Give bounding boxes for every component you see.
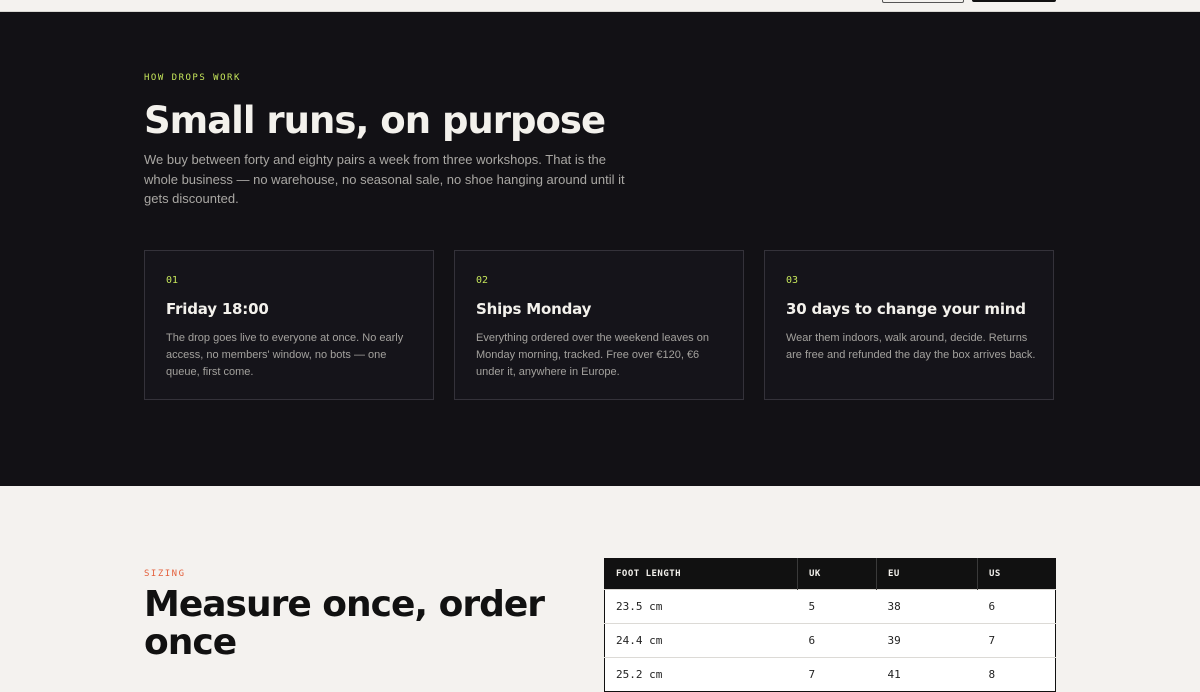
cell-us: 6 — [977, 589, 1056, 624]
step-title: 30 days to change your mind — [786, 300, 1026, 318]
how-drops-work-section — [0, 12, 1200, 486]
step-title: Friday 18:00 — [166, 300, 269, 318]
header-eu: EU — [876, 558, 978, 590]
how-drops-heading: Small runs, on purpose — [144, 99, 606, 142]
cell-uk: 6 — [797, 623, 877, 658]
step-number: 02 — [476, 275, 489, 286]
top-nav-bar — [0, 0, 1200, 12]
step-number: 03 — [786, 275, 799, 286]
nav-secondary-button[interactable] — [882, 0, 964, 3]
step-title: Ships Monday — [476, 300, 592, 318]
cell-uk: 5 — [797, 589, 877, 624]
sizing-heading: Measure once, order once — [144, 584, 545, 663]
table-row: 23.5 cm 5 38 6 — [604, 589, 1056, 624]
how-drops-lede: We buy between forty and eighty pairs a … — [144, 152, 625, 206]
how-drops-eyebrow: HOW DROPS WORK — [144, 73, 241, 83]
size-chart-table: FOOT LENGTH UK EU US 23.5 cm 5 38 6 24.4… — [604, 558, 1056, 692]
step-number: 01 — [166, 275, 179, 286]
step-card-3: 03 30 days to change your mind Wear them… — [764, 250, 1054, 400]
size-table-header-row: FOOT LENGTH UK EU US — [604, 558, 1056, 590]
cell-foot-length: 23.5 cm — [604, 589, 798, 624]
header-foot-length: FOOT LENGTH — [604, 558, 798, 590]
header-us: US — [977, 558, 1056, 590]
sizing-eyebrow: SIZING — [144, 569, 186, 579]
step-card-2: 02 Ships Monday Everything ordered over … — [454, 250, 744, 400]
step-body: The drop goes live to everyone at once. … — [166, 332, 404, 378]
cell-eu: 38 — [876, 589, 978, 624]
step-body: Everything ordered over the weekend leav… — [476, 332, 709, 378]
step-card-1: 01 Friday 18:00 The drop goes live to ev… — [144, 250, 434, 400]
cell-foot-length: 24.4 cm — [604, 623, 798, 658]
cell-eu: 39 — [876, 623, 978, 658]
table-row: 24.4 cm 6 39 7 — [604, 623, 1056, 658]
cell-us: 7 — [977, 623, 1056, 658]
header-uk: UK — [797, 558, 877, 590]
step-body: Wear them indoors, walk around, decide. … — [786, 332, 1036, 361]
nav-primary-button[interactable] — [972, 0, 1056, 2]
